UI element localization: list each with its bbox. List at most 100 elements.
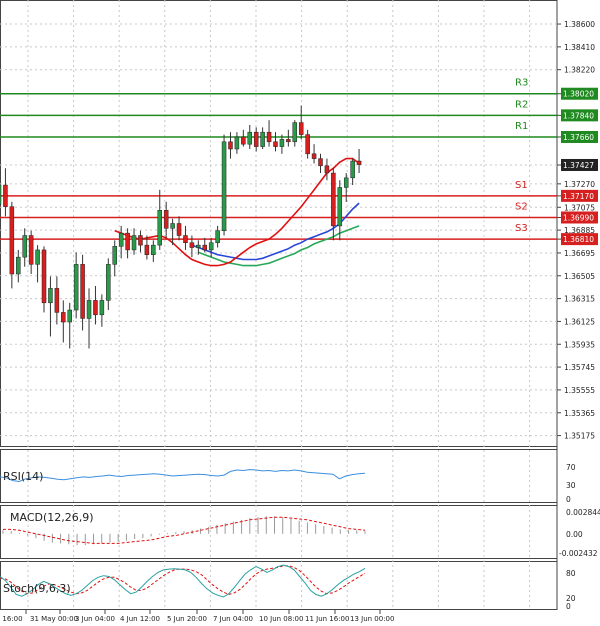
- price-axis: 1.38600 1.38410 1.38220 1.38020 1.37840 1.376…: [557, 20, 598, 441]
- panel-frame: [0, 0, 558, 447]
- candle-body: [221, 141, 227, 231]
- candle-body: [337, 187, 343, 227]
- candle-body: [247, 131, 253, 145]
- candle-body: [61, 312, 66, 323]
- price-tick-label: 1.35365: [564, 409, 595, 418]
- level-label-r3: R3: [515, 78, 528, 89]
- macd-tick-label: -0.002432: [559, 549, 598, 558]
- level-label-r2: R2: [515, 99, 528, 110]
- candle-body: [234, 136, 240, 150]
- candle-body: [228, 141, 233, 150]
- macd-tick-label: 0.00: [566, 530, 583, 539]
- candle-body: [305, 134, 310, 155]
- x-tick-label: 10 Jun 08:00: [259, 615, 303, 623]
- x-tick-label: 11 Jun 16:00: [305, 615, 349, 623]
- candle-body: [311, 153, 317, 159]
- candle-body: [16, 256, 21, 275]
- candle-body: [298, 122, 304, 135]
- candle-body: [151, 244, 156, 255]
- candle-body: [112, 246, 117, 265]
- candle-body: [86, 300, 92, 319]
- price-tick-label: 1.35175: [564, 432, 595, 441]
- price-tag-label: 1.38020: [563, 90, 594, 99]
- candle-body: [35, 249, 40, 265]
- stoch-panel: Stoch(9,6,3): [0, 564, 366, 598]
- rsi-title: RSI(14): [3, 470, 43, 483]
- price-tag-label: 1.36990: [563, 213, 594, 222]
- candle-body: [350, 160, 355, 179]
- candle-body: [73, 264, 79, 311]
- candle-body: [241, 136, 246, 145]
- price-tick-label: 1.36505: [564, 272, 595, 281]
- candle-body: [183, 235, 188, 243]
- x-tick-label: 13 Jun 00:00: [350, 615, 394, 623]
- candle-body: [318, 158, 323, 167]
- level-label-s1: S1: [515, 180, 528, 191]
- price-tick-label: 1.38410: [564, 43, 595, 52]
- candle-body: [80, 264, 85, 319]
- candle-body: [131, 235, 137, 251]
- candle-body: [324, 165, 330, 174]
- candle-body: [28, 235, 34, 265]
- candle-body: [189, 242, 195, 248]
- candle-body: [99, 300, 105, 316]
- candle-body: [93, 300, 98, 316]
- x-tick-label: 7 Jun 04:00: [213, 615, 253, 623]
- rsi-tick-label: 0: [566, 495, 571, 504]
- price-tick-label: 1.38220: [564, 66, 595, 75]
- candle-body: [41, 249, 47, 304]
- candle-body: [157, 210, 162, 246]
- stoch-title: Stoch(9,6,3): [3, 582, 71, 595]
- forex-chart: R3 R2 R1 S1 S2 S3 1.38600 1.38410 1.38220 1.3802…: [0, 0, 600, 623]
- stoch-tick-label: 0: [566, 602, 571, 611]
- candle-body: [260, 131, 265, 147]
- price-tick-label: 1.38600: [564, 20, 595, 29]
- price-panel: R3 R2 R1 S1 S2 S3: [0, 78, 557, 349]
- price-tick-label: 1.36125: [564, 317, 595, 326]
- candle-body: [9, 206, 15, 275]
- x-axis: y 16:00 31 May 00:003 Jun 04:00 4 Jun 12:0…: [0, 610, 394, 623]
- rsi-panel: RSI(14): [0, 469, 366, 483]
- indicator-axes: 703000.0028440.00-0.00243280200: [559, 463, 600, 611]
- candle-body: [253, 131, 259, 147]
- candle-body: [118, 232, 124, 247]
- candle-body: [202, 244, 208, 251]
- price-tick-label: 1.35555: [564, 386, 595, 395]
- rsi-tick-label: 70: [566, 463, 576, 472]
- candle-body: [196, 244, 201, 248]
- macd-panel: MACD(12,26,9): [2, 511, 366, 546]
- macd-title: MACD(12,26,9): [10, 511, 94, 524]
- price-tick-label: 1.36695: [564, 249, 595, 258]
- candle-body: [286, 139, 291, 143]
- level-label-s2: S2: [515, 201, 528, 212]
- candle-body: [22, 235, 27, 258]
- stoch-tick-label: 80: [566, 569, 576, 578]
- candle-body: [54, 288, 60, 313]
- candle-body: [144, 244, 150, 255]
- rsi-tick-label: 30: [566, 481, 576, 490]
- price-tag-label: 1.37840: [563, 111, 594, 120]
- candle-body: [331, 172, 336, 227]
- candle-body: [3, 184, 8, 207]
- x-tick-label: 3 Jun 04:00: [75, 615, 115, 623]
- price-tag-label: 1.36810: [563, 235, 594, 244]
- price-tick-label: 1.35745: [564, 363, 595, 372]
- candle-body: [279, 139, 285, 147]
- candle-body: [273, 141, 278, 147]
- price-tag-label: 1.37660: [563, 133, 594, 142]
- candle-body: [176, 223, 182, 236]
- candle-body: [125, 232, 130, 251]
- price-tick-label: 1.35935: [564, 340, 595, 349]
- candle-body: [292, 122, 298, 143]
- price-tick-label: 1.36315: [564, 295, 595, 304]
- candle-body: [163, 210, 169, 229]
- macd-tick-label: 0.002844: [566, 508, 600, 517]
- panel-frame: [0, 561, 558, 610]
- candle-body: [266, 131, 272, 143]
- candle-body: [208, 242, 214, 251]
- x-tick-label: 5 Jun 20:00: [167, 615, 207, 623]
- candle-body: [215, 230, 220, 243]
- candle-body: [343, 177, 349, 188]
- candle-body: [106, 264, 111, 301]
- candle-body: [67, 309, 72, 323]
